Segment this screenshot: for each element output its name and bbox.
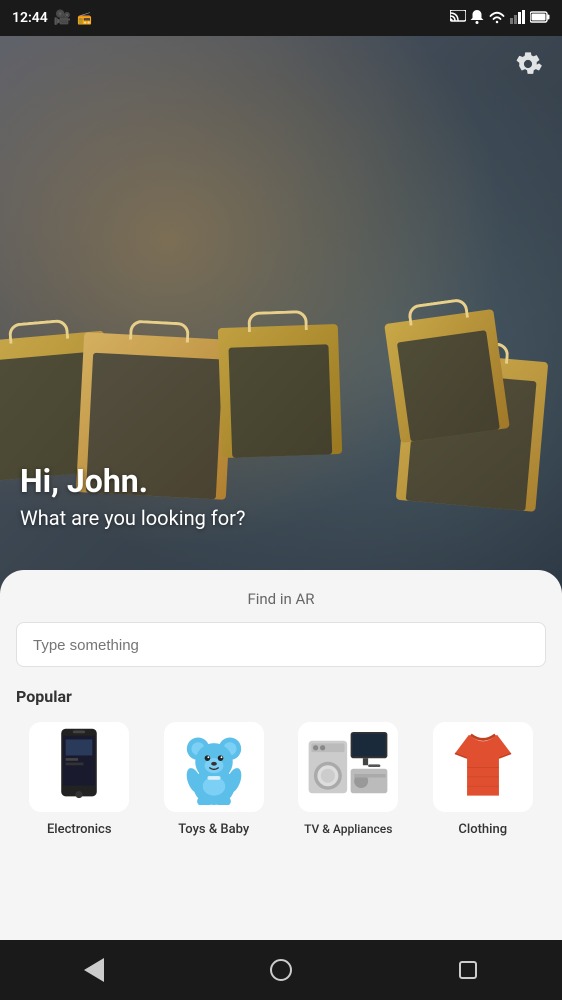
clothing-label: Clothing bbox=[458, 822, 507, 837]
category-clothing[interactable]: Clothing bbox=[420, 722, 547, 837]
phone-icon bbox=[54, 727, 104, 807]
back-button[interactable] bbox=[69, 950, 119, 990]
categories-grid: Electronics bbox=[16, 722, 546, 837]
bottom-nav bbox=[0, 940, 562, 1000]
settings-button[interactable] bbox=[510, 46, 546, 82]
tv-icon bbox=[308, 732, 388, 802]
popular-label: Popular bbox=[16, 687, 546, 706]
toys-label: Toys & Baby bbox=[178, 822, 249, 837]
bag-5 bbox=[384, 309, 510, 443]
recents-icon bbox=[459, 961, 477, 979]
greeting-name: Hi, John. bbox=[20, 462, 245, 500]
electronics-label: Electronics bbox=[47, 822, 112, 837]
hero-section: Hi, John. What are you looking for? bbox=[0, 0, 562, 600]
bag-3 bbox=[218, 324, 342, 458]
radio-icon: 📻 bbox=[77, 11, 92, 25]
cast-icon bbox=[450, 10, 466, 27]
category-tv-appliances[interactable]: TV & Appliances bbox=[285, 722, 412, 837]
greeting-subtitle: What are you looking for? bbox=[20, 506, 245, 530]
video-icon: 🎥 bbox=[54, 10, 71, 26]
bear-icon bbox=[179, 730, 249, 805]
search-input[interactable] bbox=[33, 637, 529, 654]
time: 12:44 bbox=[12, 10, 48, 26]
electronics-image bbox=[29, 722, 129, 812]
recents-button[interactable] bbox=[443, 950, 493, 990]
bell-icon bbox=[470, 9, 484, 28]
time-display: 12:44 🎥 📻 bbox=[12, 10, 92, 26]
category-electronics[interactable]: Electronics bbox=[16, 722, 143, 837]
battery-icon bbox=[530, 11, 550, 26]
status-bar: 12:44 🎥 📻 bbox=[0, 0, 562, 36]
tv-label: TV & Appliances bbox=[304, 822, 392, 836]
home-icon bbox=[270, 959, 292, 981]
wifi-icon bbox=[488, 10, 506, 27]
home-button[interactable] bbox=[256, 950, 306, 990]
toys-image bbox=[164, 722, 264, 812]
find-ar-label: Find in AR bbox=[16, 590, 546, 608]
tv-image bbox=[298, 722, 398, 812]
status-icons-right bbox=[450, 9, 550, 28]
greeting-block: Hi, John. What are you looking for? bbox=[20, 462, 245, 530]
shirt-icon bbox=[448, 730, 518, 805]
back-icon bbox=[84, 958, 104, 982]
category-toys-baby[interactable]: Toys & Baby bbox=[151, 722, 278, 837]
signal-icon bbox=[510, 10, 526, 27]
gear-icon bbox=[514, 50, 542, 78]
search-input-wrap[interactable] bbox=[16, 622, 546, 667]
clothing-image bbox=[433, 722, 533, 812]
bottom-card: Find in AR Popular Electronics bbox=[0, 570, 562, 1000]
